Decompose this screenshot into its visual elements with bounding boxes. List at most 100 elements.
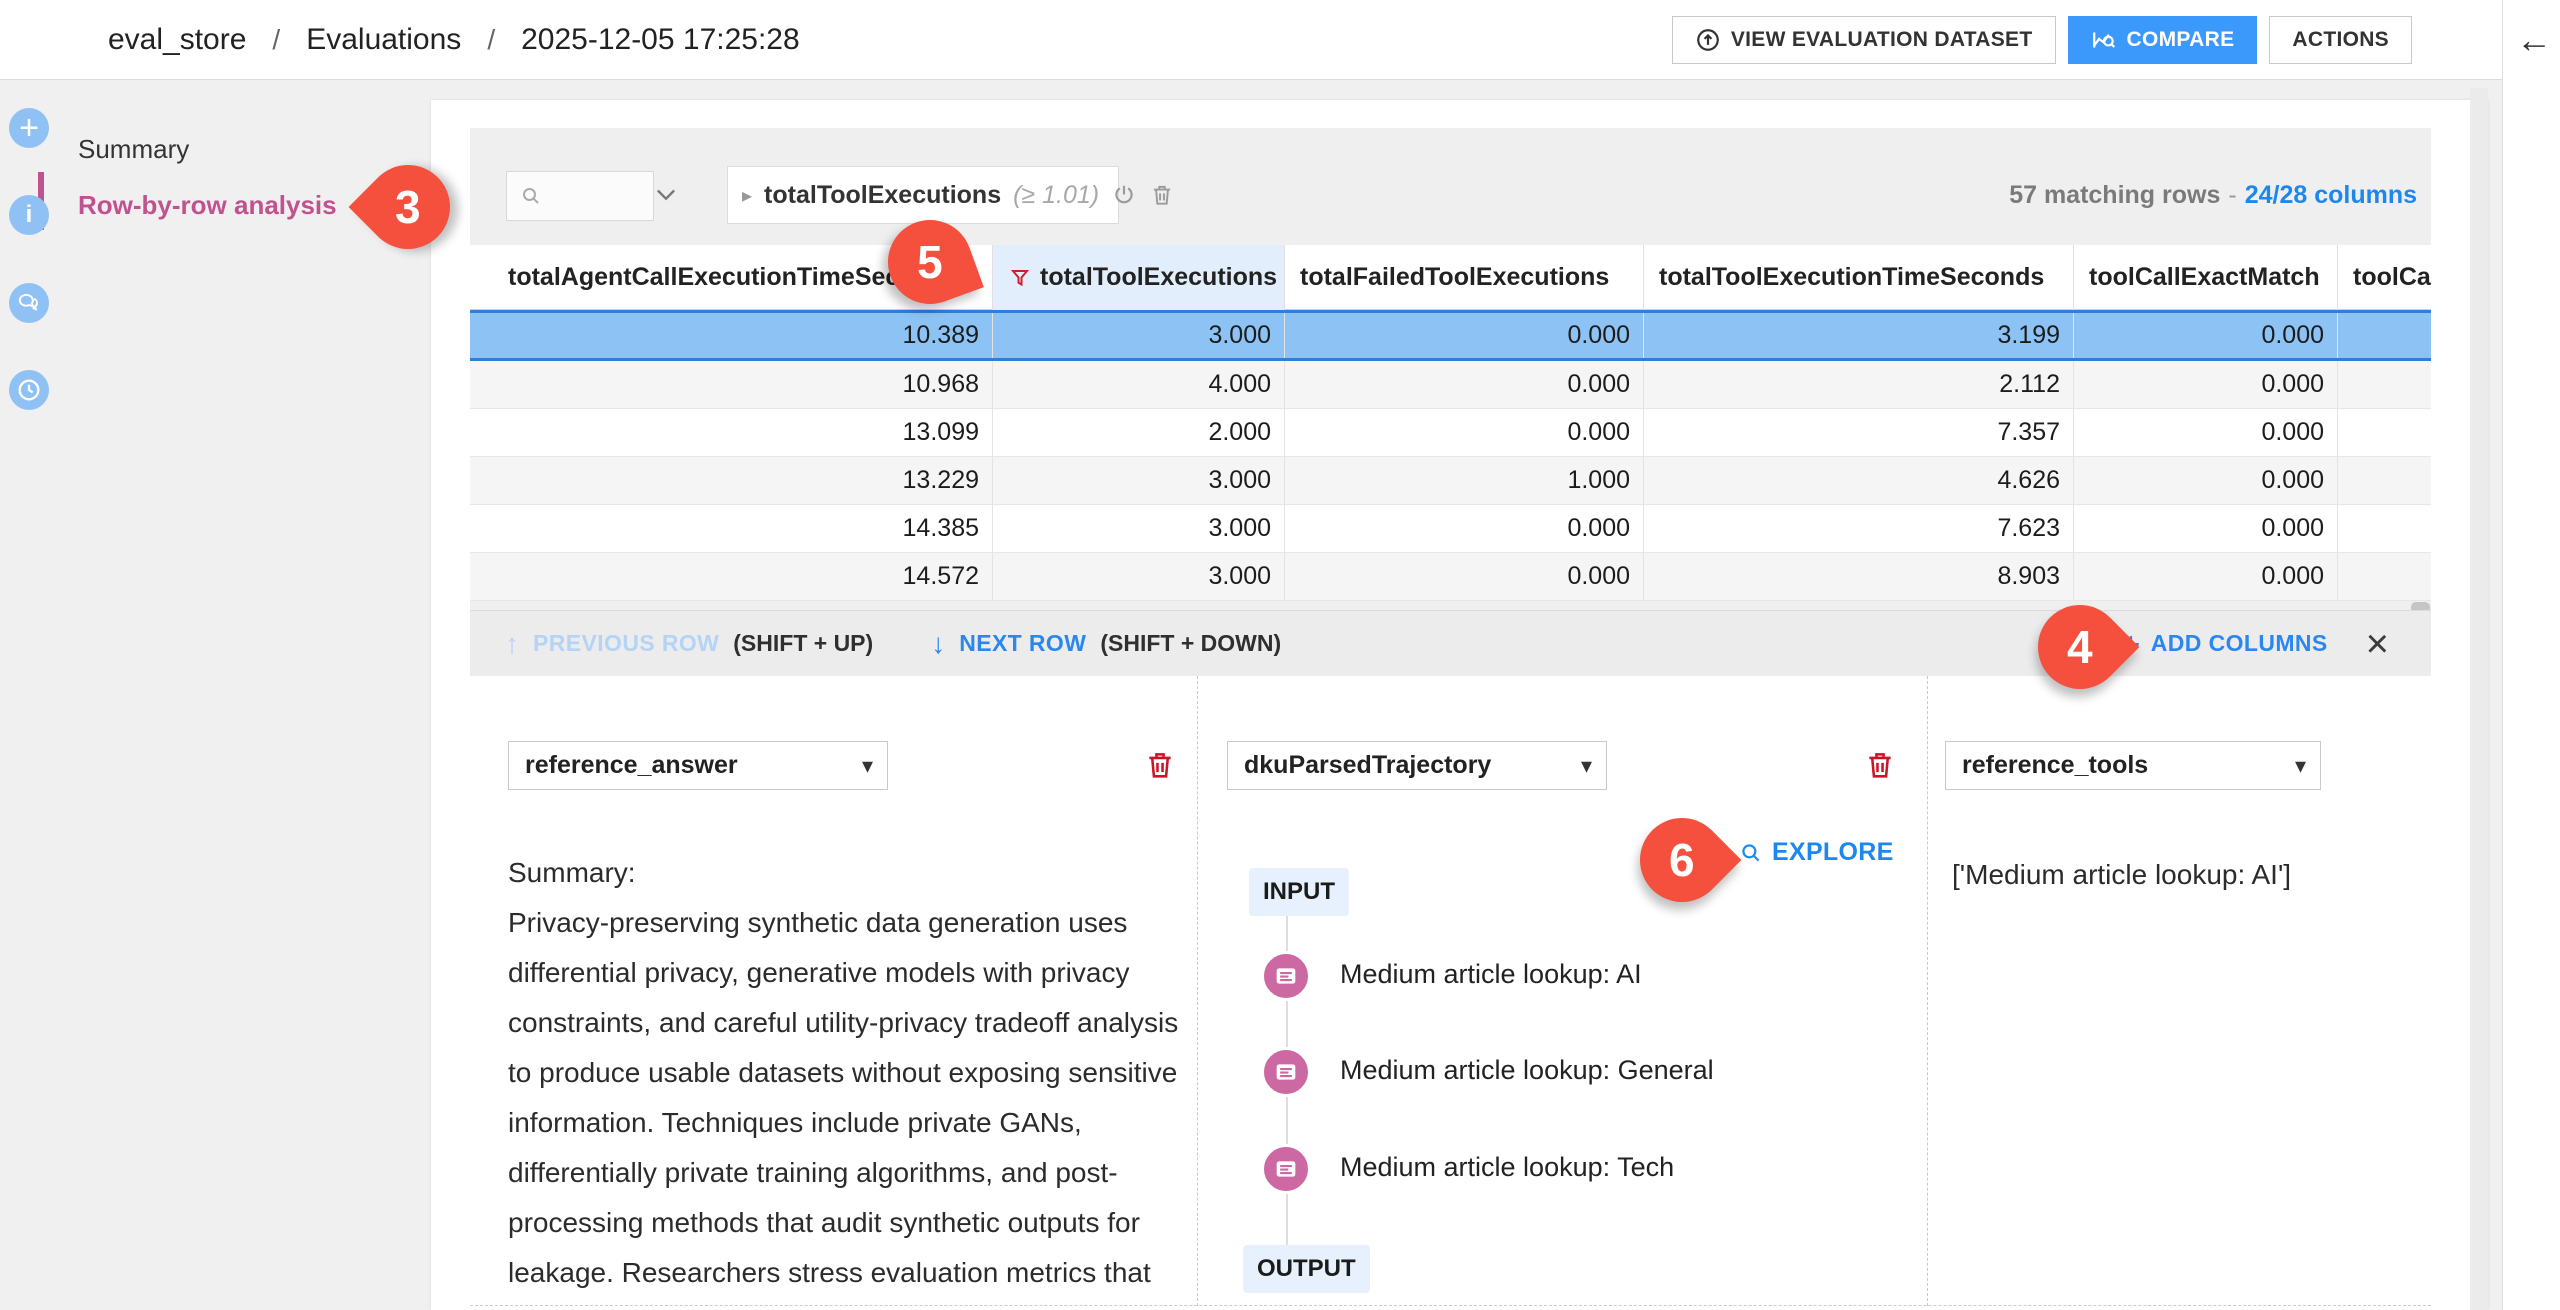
actions-button[interactable]: ACTIONS <box>2269 16 2412 64</box>
table-cell[interactable] <box>2338 553 2431 600</box>
history-clock-icon[interactable] <box>9 370 49 410</box>
filter-column-name: totalToolExecutions <box>764 181 1001 210</box>
table-row[interactable]: 13.2293.0001.0004.6260.000 <box>470 457 2431 505</box>
filter-funnel-icon[interactable] <box>1008 266 1032 290</box>
sidebar-item-summary[interactable]: Summary <box>78 134 189 165</box>
table-row[interactable]: 14.3853.0000.0007.6230.000 <box>470 505 2431 553</box>
table-row[interactable]: 14.5723.0000.0008.9030.000 <box>470 553 2431 601</box>
close-icon[interactable]: × <box>2366 626 2389 662</box>
table-row[interactable]: 10.9684.0000.0002.1120.000 <box>470 361 2431 409</box>
table-cell[interactable]: 14.385 <box>470 505 993 552</box>
delete-filter-trash-icon[interactable] <box>1149 182 1175 208</box>
breadcrumb-separator: / <box>272 24 280 56</box>
table-cell[interactable]: 0.000 <box>1285 505 1644 552</box>
table-row[interactable]: 10.3893.0000.0003.1990.000 <box>470 310 2431 361</box>
column-header-toolCall[interactable]: toolCall <box>2338 245 2431 310</box>
table-cell[interactable] <box>2338 457 2431 504</box>
info-icon[interactable]: i <box>9 195 49 235</box>
next-row-button[interactable]: ↓ NEXT ROW (SHIFT + DOWN) <box>931 628 1281 660</box>
table-cell[interactable]: 0.000 <box>2074 313 2338 358</box>
table-cell[interactable] <box>2338 409 2431 456</box>
table-cell[interactable]: 3.000 <box>993 457 1285 504</box>
table-cell[interactable]: 0.000 <box>1285 409 1644 456</box>
remove-panel-trash-icon[interactable] <box>1863 747 1897 788</box>
table-cell[interactable]: 7.623 <box>1644 505 2074 552</box>
breadcrumb-run-timestamp[interactable]: 2025-12-05 17:25:28 <box>521 23 800 57</box>
column-header-totalToolExecutionTimeSeconds[interactable]: totalToolExecutionTimeSeconds <box>1644 245 2074 310</box>
table-cell[interactable]: 3.000 <box>993 553 1285 600</box>
table-cell[interactable]: 3.199 <box>1644 313 2074 358</box>
table-cell[interactable]: 2.112 <box>1644 361 2074 408</box>
add-insight-plus-icon[interactable]: + <box>9 108 49 148</box>
row-divider <box>470 1305 2431 1306</box>
table-cell[interactable]: 10.968 <box>470 361 993 408</box>
table-cell[interactable]: 0.000 <box>2074 457 2338 504</box>
column-select-dku-parsed-trajectory[interactable]: dkuParsedTrajectory ▾ <box>1227 741 1607 790</box>
tool-call-icon[interactable] <box>1261 951 1311 1001</box>
column-header-totalToolExecutions[interactable]: totalToolExecutions <box>993 245 1285 310</box>
previous-row-button[interactable]: ↑ PREVIOUS ROW (SHIFT + UP) <box>505 628 873 660</box>
breadcrumb-evaluations[interactable]: Evaluations <box>306 23 461 57</box>
trajectory-output-label: OUTPUT <box>1243 1245 1370 1293</box>
discussions-icon[interactable] <box>9 283 49 323</box>
view-evaluation-dataset-button[interactable]: VIEW EVALUATION DATASET <box>1672 16 2056 64</box>
chevron-down-icon[interactable] <box>652 180 680 213</box>
results-table: totalAgentCallExecutionTimeSecondstotalT… <box>470 245 2431 601</box>
table-cell[interactable]: 0.000 <box>1285 361 1644 408</box>
columns-count-link[interactable]: 24/28 columns <box>2245 181 2417 210</box>
table-cell[interactable]: 0.000 <box>2074 409 2338 456</box>
table-cell[interactable]: 2.000 <box>993 409 1285 456</box>
trajectory-input-label: INPUT <box>1249 868 1349 916</box>
collapse-panel-arrow-icon[interactable]: ← <box>2516 22 2552 58</box>
add-columns-button[interactable]: + ADD COLUMNS <box>2122 630 2328 658</box>
table-cell[interactable]: 10.389 <box>470 313 993 358</box>
arrow-down-icon: ↓ <box>931 628 945 660</box>
sidebar-item-row-by-row-analysis[interactable]: Row-by-row analysis <box>78 190 337 221</box>
page-scrollbar[interactable] <box>2470 88 2488 1310</box>
table-cell[interactable]: 14.572 <box>470 553 993 600</box>
tool-call-label[interactable]: Medium article lookup: General <box>1340 1055 1714 1086</box>
right-icon-rail <box>2502 0 2560 1310</box>
table-cell[interactable] <box>2338 361 2431 408</box>
table-cell[interactable]: 1.000 <box>1285 457 1644 504</box>
filter-condition: (≥ 1.01) <box>1013 181 1099 210</box>
table-cell[interactable] <box>2338 505 2431 552</box>
column-header-totalFailedToolExecutions[interactable]: totalFailedToolExecutions <box>1285 245 1644 310</box>
table-cell[interactable]: 4.626 <box>1644 457 2074 504</box>
table-cell[interactable]: 0.000 <box>2074 361 2338 408</box>
table-cell[interactable]: 0.000 <box>1285 553 1644 600</box>
search-icon <box>519 184 543 208</box>
remove-panel-trash-icon[interactable] <box>1143 747 1177 788</box>
table-cell[interactable]: 8.903 <box>1644 553 2074 600</box>
tool-call-label[interactable]: Medium article lookup: AI <box>1340 959 1642 990</box>
expand-filter-triangle-icon[interactable]: ▸ <box>742 183 752 208</box>
table-cell[interactable]: 0.000 <box>1285 313 1644 358</box>
column-select-reference-answer[interactable]: reference_answer ▾ <box>508 741 888 790</box>
table-row[interactable]: 13.0992.0000.0007.3570.000 <box>470 409 2431 457</box>
breadcrumb-project[interactable]: eval_store <box>108 23 246 57</box>
compare-button[interactable]: COMPARE <box>2068 16 2258 64</box>
column-select-reference-tools[interactable]: reference_tools ▾ <box>1945 741 2321 790</box>
explore-link[interactable]: EXPLORE <box>1738 838 1894 867</box>
table-cell[interactable]: 7.357 <box>1644 409 2074 456</box>
table-cell[interactable]: 0.000 <box>2074 553 2338 600</box>
table-cell[interactable]: 3.000 <box>993 313 1285 358</box>
table-cell[interactable]: 3.000 <box>993 505 1285 552</box>
panel-divider <box>1927 676 1928 1306</box>
tool-call-label[interactable]: Medium article lookup: Tech <box>1340 1152 1674 1183</box>
breadcrumb: eval_store / Evaluations / 2025-12-05 17… <box>108 0 800 80</box>
table-cell[interactable]: 13.229 <box>470 457 993 504</box>
row-explorer-panel: ▸ totalToolExecutions (≥ 1.01) 57 matchi… <box>470 128 2431 610</box>
table-cell[interactable]: 0.000 <box>2074 505 2338 552</box>
table-cell[interactable]: 13.099 <box>470 409 993 456</box>
search-input[interactable] <box>506 171 654 221</box>
table-cell[interactable]: 4.000 <box>993 361 1285 408</box>
breadcrumb-separator: / <box>487 24 495 56</box>
tool-call-icon[interactable] <box>1261 1144 1311 1194</box>
arrow-up-icon: ↑ <box>505 628 519 660</box>
tool-call-icon[interactable] <box>1261 1047 1311 1097</box>
filter-chip[interactable]: ▸ totalToolExecutions (≥ 1.01) <box>727 166 1119 224</box>
column-header-toolCallExactMatch[interactable]: toolCallExactMatch <box>2074 245 2338 310</box>
toggle-filter-power-icon[interactable] <box>1111 182 1137 208</box>
table-cell[interactable] <box>2338 313 2431 358</box>
